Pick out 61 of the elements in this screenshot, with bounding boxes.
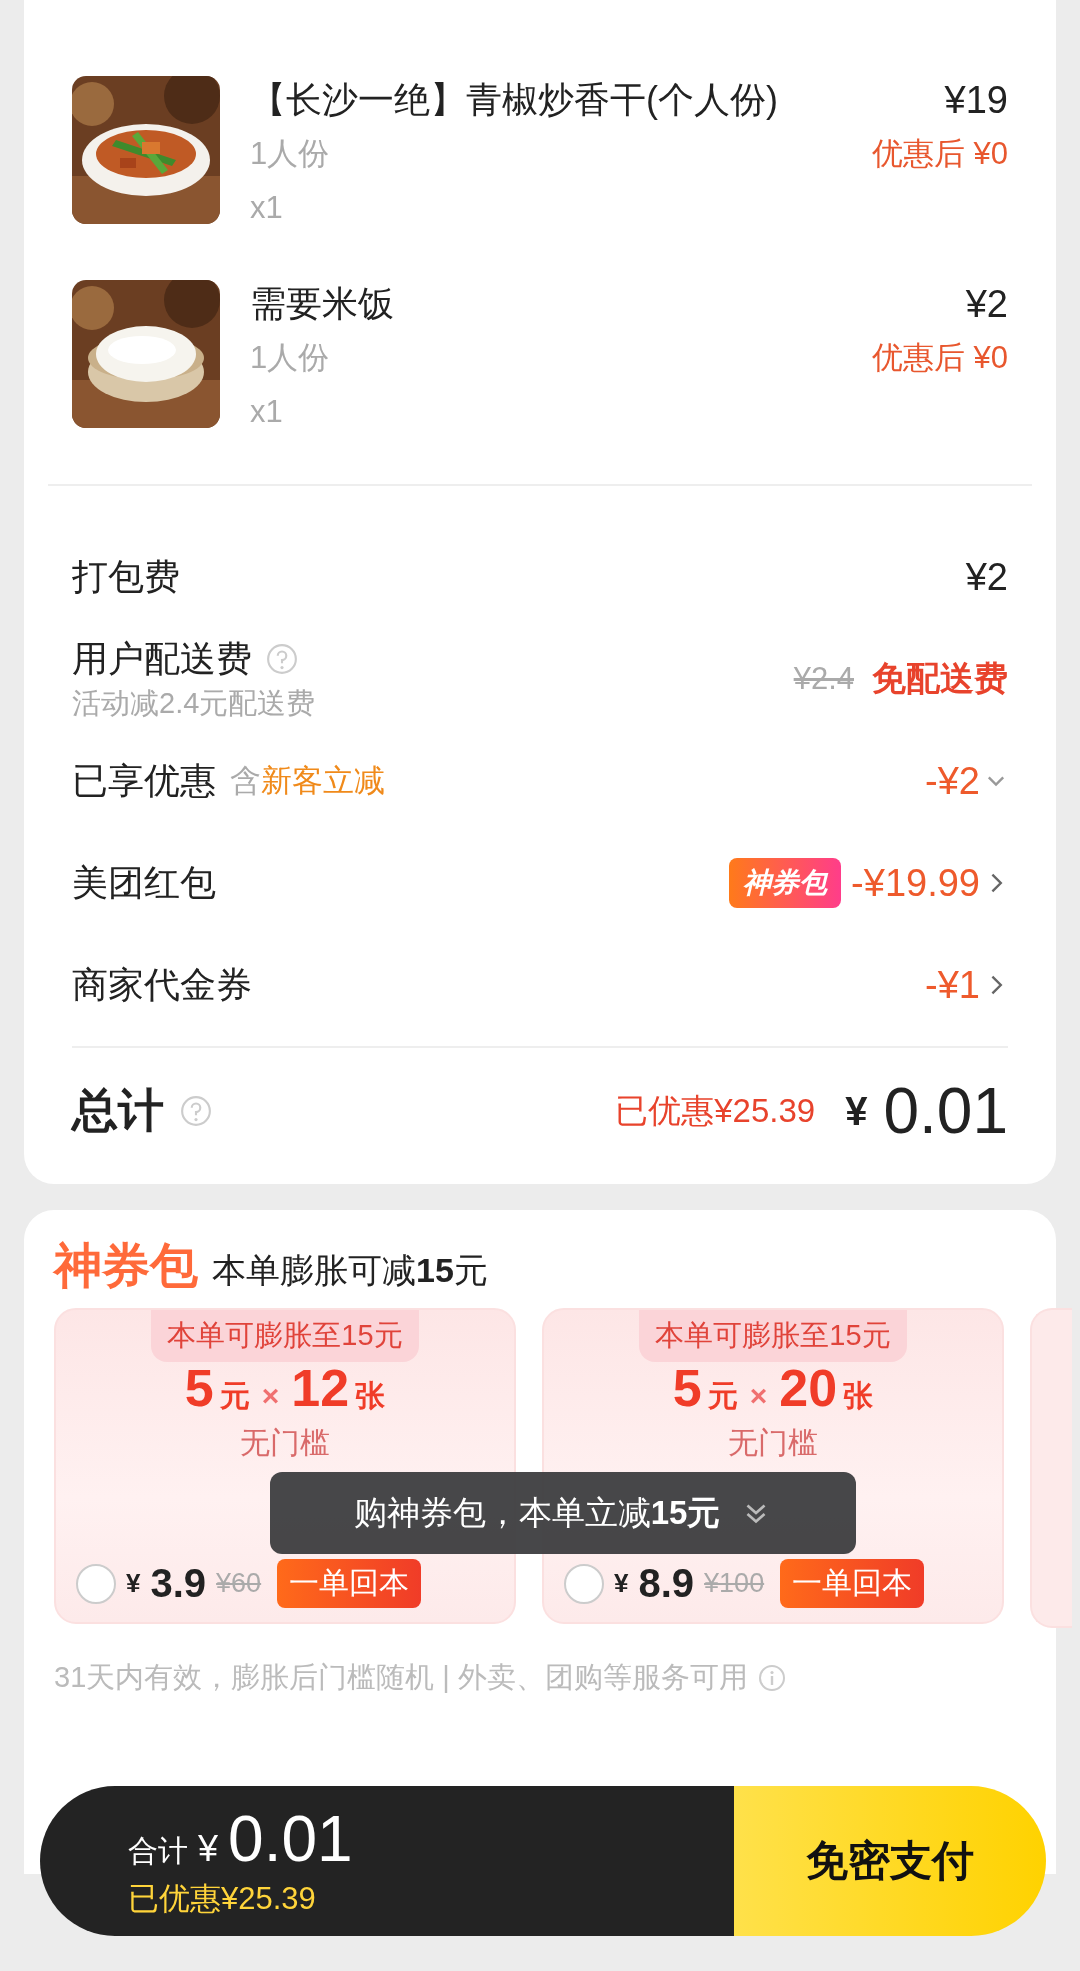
item-portion: 1人份: [250, 135, 331, 173]
total-saved: 已优惠¥25.39: [615, 1090, 816, 1131]
fee-value: -¥2: [925, 759, 980, 803]
help-icon[interactable]: [180, 1095, 212, 1127]
currency-sign: ¥: [198, 1828, 219, 1870]
coupon-offer-card[interactable]: [1030, 1308, 1072, 1628]
total-label: 合计: [128, 1833, 188, 1869]
offer-tag: 一单回本: [277, 1559, 422, 1608]
offer-tag: 一单回本: [780, 1559, 925, 1608]
fee-label: 打包费: [72, 554, 180, 599]
item-quantity: x1: [250, 189, 284, 227]
item-price: ¥2: [965, 282, 1008, 327]
offer-note: 无门槛: [240, 1426, 330, 1460]
currency-sign: ¥: [845, 1088, 868, 1134]
fee-value: 免配送费: [872, 658, 1008, 699]
footnote: 31天内有效，膨胀后门槛随机 | 外卖、团购等服务可用: [54, 1660, 748, 1695]
item-price: ¥19: [944, 78, 1008, 123]
item-portion: 1人份: [250, 339, 331, 377]
discount-tag: 新客立减: [261, 760, 385, 802]
value-unit: 元: [219, 1378, 250, 1414]
multiply-sign: ×: [261, 1378, 280, 1414]
info-icon[interactable]: [757, 1664, 786, 1692]
fee-label: 用户配送费: [72, 636, 252, 681]
count-unit: 张: [355, 1378, 386, 1414]
coupon-pack-title: 神券包: [54, 1238, 198, 1294]
offer-price: 3.9: [150, 1561, 207, 1606]
offer-note: 无门槛: [728, 1426, 818, 1460]
item-name: 需要米饭: [250, 282, 395, 326]
multiply-sign: ×: [749, 1378, 768, 1414]
coupon-pack-subtitle: 本单膨胀可减15元: [212, 1250, 488, 1291]
discounted-price: 优惠后 ¥0: [871, 135, 1008, 173]
currency-sign: ¥: [126, 1568, 141, 1599]
offer-ribbon: 本单可膨胀至15元: [151, 1310, 419, 1362]
fee-value: ¥2: [965, 555, 1008, 599]
total-label: 总计: [72, 1083, 164, 1138]
help-icon[interactable]: [266, 643, 298, 675]
fee-note: 活动减2.4元配送费: [72, 685, 316, 721]
fee-value: -¥1: [925, 963, 980, 1007]
count-unit: 张: [843, 1378, 874, 1414]
pay-button[interactable]: 免密支付: [734, 1786, 1046, 1936]
offer-price: 8.9: [638, 1561, 695, 1606]
offer-ribbon: 本单可膨胀至15元: [639, 1310, 907, 1362]
total-saved: 已优惠¥25.39: [128, 1880, 317, 1918]
original-fee: ¥2.4: [793, 661, 854, 697]
original-price: ¥100: [704, 1568, 765, 1599]
discounted-price: 优惠后 ¥0: [871, 339, 1008, 377]
coupon-badge: 神券包: [729, 858, 842, 908]
fee-label: 已享优惠: [72, 758, 216, 803]
fee-label: 美团红包: [72, 860, 216, 905]
currency-sign: ¥: [614, 1568, 629, 1599]
total-amount: 0.01: [883, 1074, 1008, 1148]
fee-label: 商家代金券: [72, 962, 252, 1007]
tag-prefix: 含: [230, 762, 261, 800]
radio-button[interactable]: [564, 1563, 604, 1604]
total-amount: 0.01: [228, 1804, 353, 1874]
radio-button[interactable]: [76, 1563, 116, 1604]
item-name: 【长沙一绝】青椒炒香干(个人份): [250, 78, 779, 122]
fee-value: -¥19.99: [851, 861, 980, 905]
value-unit: 元: [707, 1378, 738, 1414]
item-quantity: x1: [250, 393, 284, 431]
original-price: ¥60: [216, 1568, 262, 1599]
